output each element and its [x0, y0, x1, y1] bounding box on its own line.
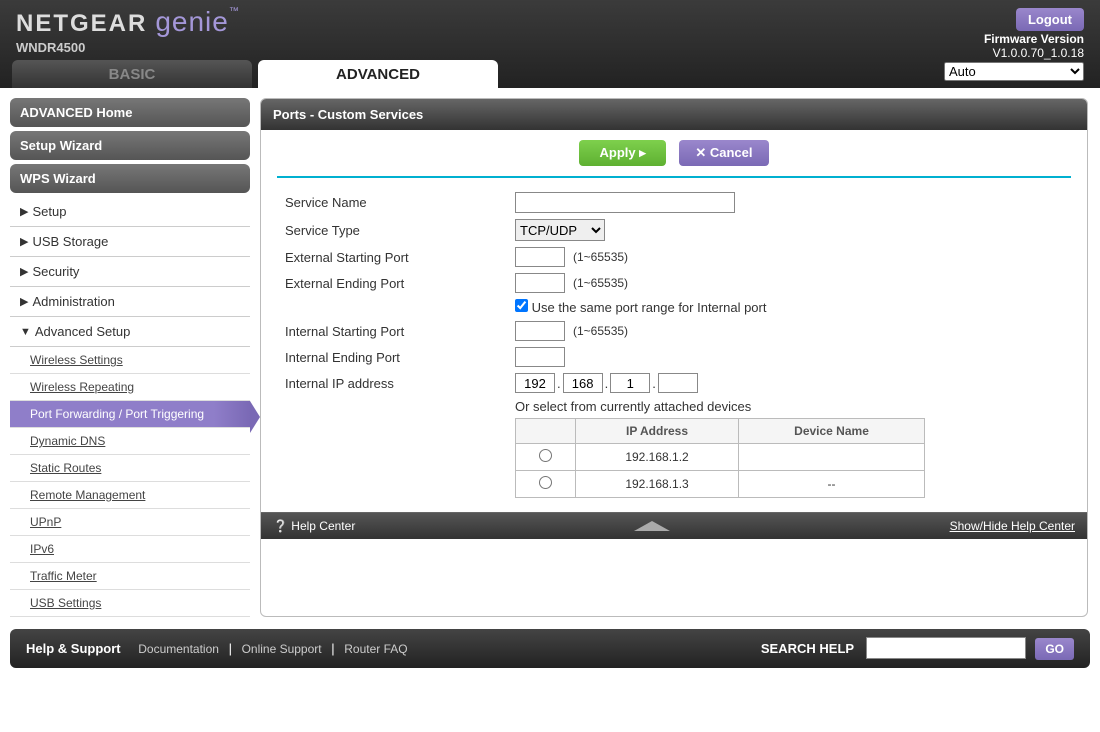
chevron-right-icon: ▶: [20, 205, 28, 218]
range-hint: (1~65535): [573, 276, 628, 290]
tab-advanced[interactable]: ADVANCED: [258, 60, 498, 88]
chevron-up-icon[interactable]: [634, 521, 670, 531]
header: NETGEAR genie™ WNDR4500 Logout Firmware …: [0, 0, 1100, 88]
device-radio-1[interactable]: [539, 476, 552, 489]
ip-octet-1[interactable]: [515, 373, 555, 393]
sub-wireless-settings[interactable]: Wireless Settings: [10, 347, 250, 374]
int-start-input[interactable]: [515, 321, 565, 341]
sub-port-forwarding[interactable]: Port Forwarding / Port Triggering: [10, 401, 250, 428]
device-ip: 192.168.1.3: [576, 471, 739, 498]
same-port-label: Use the same port range for Internal por…: [532, 300, 767, 315]
ip-octet-3[interactable]: [610, 373, 650, 393]
footer: Help & Support Documentation | Online Su…: [10, 629, 1090, 668]
service-name-input[interactable]: [515, 192, 735, 213]
sidebar-item-setup[interactable]: ▶Setup: [10, 197, 250, 227]
cancel-button[interactable]: ✕ Cancel: [679, 140, 768, 166]
sidebar: ADVANCED Home Setup Wizard WPS Wizard ▶S…: [10, 98, 250, 617]
help-icon: ❔: [273, 519, 291, 533]
int-ip-label: Internal IP address: [285, 376, 515, 391]
th-radio: [516, 419, 576, 444]
sidebar-item-advanced-setup[interactable]: ▼Advanced Setup: [10, 317, 250, 347]
chevron-right-icon: ▶: [20, 265, 28, 278]
sidebar-advanced-home[interactable]: ADVANCED Home: [10, 98, 250, 127]
model-number: WNDR4500: [16, 40, 1084, 55]
footer-link-online-support[interactable]: Online Support: [242, 642, 322, 656]
sidebar-wps-wizard[interactable]: WPS Wizard: [10, 164, 250, 193]
sub-dynamic-dns[interactable]: Dynamic DNS: [10, 428, 250, 455]
ip-octet-2[interactable]: [563, 373, 603, 393]
th-name: Device Name: [739, 419, 925, 444]
service-type-label: Service Type: [285, 223, 515, 238]
sub-static-routes[interactable]: Static Routes: [10, 455, 250, 482]
sub-remote-management[interactable]: Remote Management: [10, 482, 250, 509]
sub-traffic-meter[interactable]: Traffic Meter: [10, 563, 250, 590]
tab-basic[interactable]: BASIC: [12, 60, 252, 88]
content-panel: Ports - Custom Services Apply ▸ ✕ Cancel…: [260, 98, 1088, 617]
sub-wireless-repeating[interactable]: Wireless Repeating: [10, 374, 250, 401]
device-radio-0[interactable]: [539, 449, 552, 462]
apply-button[interactable]: Apply ▸: [579, 140, 665, 166]
or-select-text: Or select from currently attached device…: [515, 399, 1063, 414]
ext-start-label: External Starting Port: [285, 250, 515, 265]
table-row: 192.168.1.3 --: [516, 471, 925, 498]
int-end-label: Internal Ending Port: [285, 350, 515, 365]
device-name: [739, 444, 925, 471]
range-hint: (1~65535): [573, 250, 628, 264]
footer-link-documentation[interactable]: Documentation: [138, 642, 219, 656]
chevron-right-icon: ▶: [20, 295, 28, 308]
range-hint: (1~65535): [573, 324, 628, 338]
sub-ipv6[interactable]: IPv6: [10, 536, 250, 563]
search-help-input[interactable]: [866, 637, 1026, 659]
same-port-checkbox[interactable]: [515, 299, 528, 312]
firmware-block: Firmware Version V1.0.0.70_1.0.18 Auto: [944, 32, 1084, 81]
help-bar: ❔ Help Center Show/Hide Help Center: [261, 512, 1087, 539]
brand: NETGEAR genie™: [16, 6, 1084, 38]
sidebar-item-usb-storage[interactable]: ▶USB Storage: [10, 227, 250, 257]
ext-end-label: External Ending Port: [285, 276, 515, 291]
help-center-label[interactable]: ❔ Help Center: [273, 519, 355, 533]
chevron-down-icon: ▼: [20, 326, 31, 338]
footer-link-router-faq[interactable]: Router FAQ: [344, 642, 407, 656]
page-title: Ports - Custom Services: [261, 99, 1087, 130]
sidebar-item-administration[interactable]: ▶Administration: [10, 287, 250, 317]
main-tabs: BASIC ADVANCED: [12, 60, 504, 88]
search-help-label: SEARCH HELP: [761, 641, 854, 656]
ip-octet-4[interactable]: [658, 373, 698, 393]
devices-table: IP Address Device Name 192.168.1.2 192.1…: [515, 418, 925, 498]
form: Service Name Service Type TCP/UDP Extern…: [261, 178, 1087, 512]
th-ip: IP Address: [576, 419, 739, 444]
sidebar-setup-wizard[interactable]: Setup Wizard: [10, 131, 250, 160]
int-start-label: Internal Starting Port: [285, 324, 515, 339]
sub-upnp[interactable]: UPnP: [10, 509, 250, 536]
firmware-label: Firmware Version: [944, 32, 1084, 46]
language-select[interactable]: Auto: [944, 62, 1084, 81]
go-button[interactable]: GO: [1035, 638, 1074, 660]
device-ip: 192.168.1.2: [576, 444, 739, 471]
sidebar-item-security[interactable]: ▶Security: [10, 257, 250, 287]
int-end-input[interactable]: [515, 347, 565, 367]
chevron-right-icon: ▶: [20, 235, 28, 248]
logout-button[interactable]: Logout: [1016, 8, 1084, 31]
ext-start-input[interactable]: [515, 247, 565, 267]
service-type-select[interactable]: TCP/UDP: [515, 219, 605, 241]
device-name: --: [739, 471, 925, 498]
show-hide-help-link[interactable]: Show/Hide Help Center: [950, 519, 1075, 533]
ext-end-input[interactable]: [515, 273, 565, 293]
sub-usb-settings[interactable]: USB Settings: [10, 590, 250, 617]
brand-netgear: NETGEAR: [16, 10, 147, 38]
help-support-label: Help & Support: [26, 641, 121, 656]
table-row: 192.168.1.2: [516, 444, 925, 471]
service-name-label: Service Name: [285, 195, 515, 210]
firmware-version: V1.0.0.70_1.0.18: [944, 46, 1084, 60]
brand-genie: genie™: [155, 6, 240, 38]
